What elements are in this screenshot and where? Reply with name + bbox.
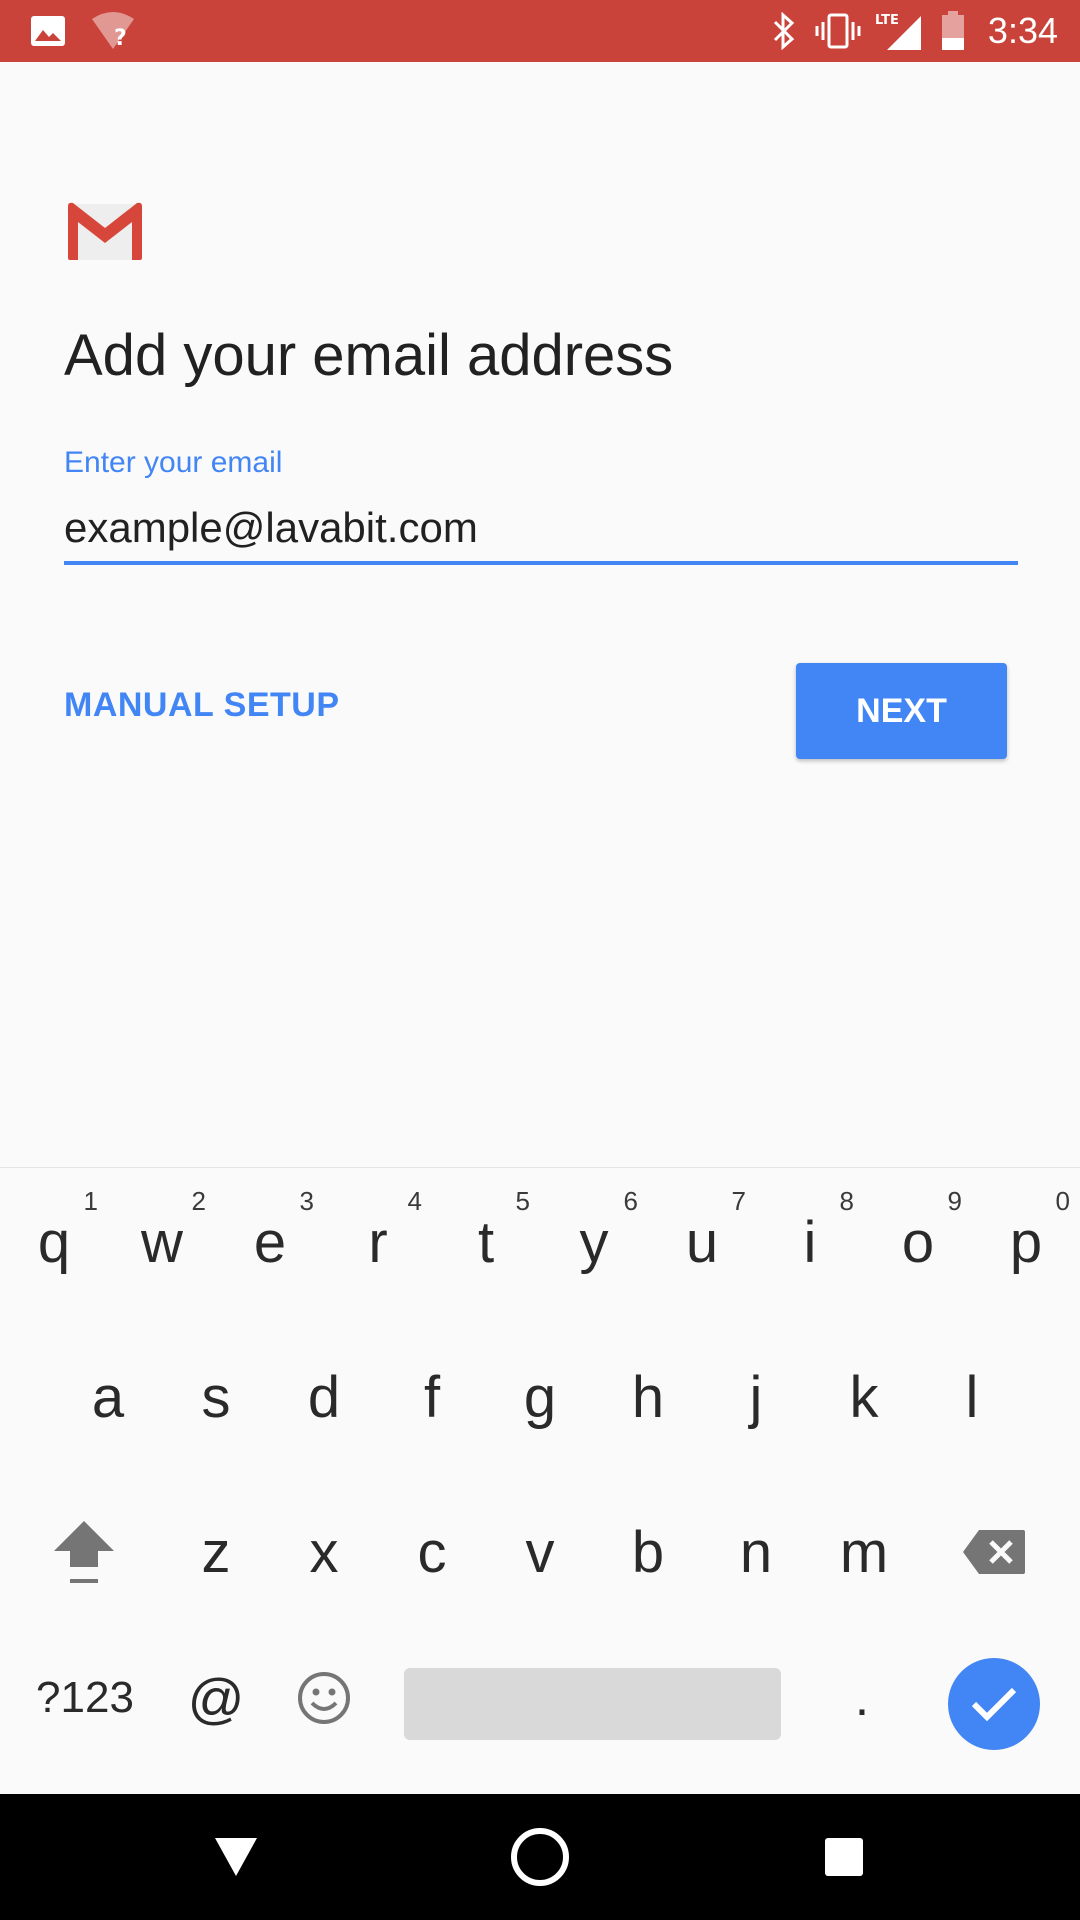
key-h[interactable]: h: [594, 1323, 702, 1471]
gmail-logo: [64, 200, 146, 262]
key-i[interactable]: i8: [756, 1168, 864, 1316]
key-p[interactable]: p0: [972, 1168, 1080, 1316]
key-u[interactable]: u7: [648, 1168, 756, 1316]
bluetooth-icon: [768, 0, 800, 62]
battery-icon: [938, 0, 968, 62]
svg-text:?: ?: [114, 26, 127, 51]
home-icon: [511, 1828, 569, 1886]
key-n[interactable]: n: [702, 1478, 810, 1626]
wifi-unknown-icon: ?: [88, 0, 138, 62]
symbols-key[interactable]: ?123: [20, 1638, 150, 1758]
key-g[interactable]: g: [486, 1323, 594, 1471]
key-r[interactable]: r4: [324, 1168, 432, 1316]
check-icon: [971, 1687, 1017, 1722]
key-v[interactable]: v: [486, 1478, 594, 1626]
shift-icon: [54, 1521, 114, 1583]
email-field-label: Enter your email: [64, 446, 283, 479]
next-button[interactable]: NEXT: [796, 663, 1007, 759]
emoji-icon: [298, 1672, 350, 1724]
status-time: 3:34: [987, 10, 1058, 51]
email-field[interactable]: [64, 495, 1018, 565]
key-w[interactable]: w2: [108, 1168, 216, 1316]
key-e[interactable]: e3: [216, 1168, 324, 1316]
key-a[interactable]: a: [54, 1323, 162, 1471]
key-t[interactable]: t5: [432, 1168, 540, 1316]
key-d[interactable]: d: [270, 1323, 378, 1471]
key-k[interactable]: k: [810, 1323, 918, 1471]
recents-button[interactable]: [804, 1794, 884, 1920]
key-q[interactable]: q1: [0, 1168, 108, 1316]
manual-setup-button[interactable]: MANUAL SETUP: [64, 686, 340, 725]
backspace-icon: [963, 1530, 1025, 1574]
key-m[interactable]: m: [810, 1478, 918, 1626]
svg-text:LTE: LTE: [875, 13, 899, 28]
back-button[interactable]: [196, 1794, 276, 1920]
soft-keyboard: q1 w2 e3 r4 t5 y6 u7 i8 o9 p0 a s d f g …: [0, 1167, 1080, 1794]
at-key[interactable]: @: [162, 1638, 270, 1758]
key-s[interactable]: s: [162, 1323, 270, 1471]
navigation-bar: [0, 1794, 1080, 1920]
key-l[interactable]: l: [918, 1323, 1026, 1471]
period-key[interactable]: .: [808, 1638, 916, 1758]
emoji-key[interactable]: [270, 1638, 378, 1758]
backspace-key[interactable]: [940, 1478, 1048, 1626]
key-j[interactable]: j: [702, 1323, 810, 1471]
key-b[interactable]: b: [594, 1478, 702, 1626]
shift-key[interactable]: [30, 1478, 138, 1626]
key-f[interactable]: f: [378, 1323, 486, 1471]
back-icon: [215, 1838, 257, 1876]
lte-signal-icon: LTE: [874, 0, 926, 62]
image-icon: [28, 0, 68, 62]
space-key[interactable]: [404, 1668, 781, 1740]
recents-icon: [825, 1838, 863, 1876]
page-title: Add your email address: [64, 323, 674, 388]
key-z[interactable]: z: [162, 1478, 270, 1626]
home-button[interactable]: [500, 1794, 580, 1920]
key-x[interactable]: x: [270, 1478, 378, 1626]
key-o[interactable]: o9: [864, 1168, 972, 1316]
vibrate-icon: [812, 0, 864, 62]
status-bar: ? LTE 3:34: [0, 0, 1080, 62]
key-c[interactable]: c: [378, 1478, 486, 1626]
key-y[interactable]: y6: [540, 1168, 648, 1316]
done-key[interactable]: [948, 1658, 1040, 1750]
